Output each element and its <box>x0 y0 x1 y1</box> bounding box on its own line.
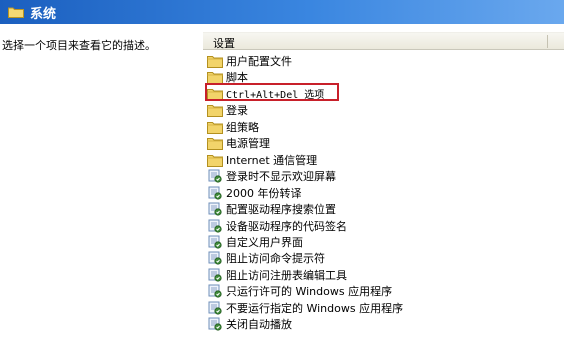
list-item-label: 只运行许可的 Windows 应用程序 <box>226 285 393 299</box>
window-titlebar: 系统 <box>0 0 564 24</box>
list-item-label: 关闭自动播放 <box>226 318 292 332</box>
list-item-setting[interactable]: 2000 年份转译 <box>207 185 302 201</box>
column-header-label: 设置 <box>213 37 235 50</box>
list-item-folder[interactable]: 组策略 <box>207 119 259 135</box>
list-item-label: 组策略 <box>226 120 259 134</box>
policy-setting-icon <box>207 235 223 249</box>
folder-icon <box>207 54 223 68</box>
policy-setting-icon <box>207 317 223 331</box>
policy-setting-icon <box>207 301 223 315</box>
folder-icon <box>207 153 223 167</box>
list-item-setting[interactable]: 登录时不显示欢迎屏幕 <box>207 168 336 184</box>
list-item-setting[interactable]: 设备驱动程序的代码签名 <box>207 218 347 234</box>
policy-setting-icon <box>207 251 223 265</box>
description-pane: 选择一个项目来查看它的描述。 <box>0 24 200 337</box>
list-item-label: 脚本 <box>226 71 248 85</box>
list-item-setting[interactable]: 不要运行指定的 Windows 应用程序 <box>207 300 403 316</box>
column-divider[interactable] <box>547 35 548 48</box>
window-title: 系统 <box>30 6 57 22</box>
list-item-folder[interactable]: 脚本 <box>207 69 248 85</box>
list-item-label: 登录时不显示欢迎屏幕 <box>226 170 336 184</box>
list-item-folder[interactable]: Ctrl+Alt+Del 选项 <box>207 86 324 102</box>
list-item-setting[interactable]: 阻止访问命令提示符 <box>207 250 325 266</box>
list-item-label: 不要运行指定的 Windows 应用程序 <box>226 301 404 315</box>
description-text: 选择一个项目来查看它的描述。 <box>2 39 156 52</box>
list-item-label: 设备驱动程序的代码签名 <box>226 219 347 233</box>
list-item-setting[interactable]: 只运行许可的 Windows 应用程序 <box>207 283 392 299</box>
list-item-label: 阻止访问命令提示符 <box>226 252 325 266</box>
folder-icon <box>207 70 223 85</box>
folder-icon <box>207 120 223 134</box>
list-item-setting[interactable]: 关闭自动播放 <box>207 316 292 332</box>
list-item-label: Ctrl+Alt+Del 选项 <box>226 90 325 102</box>
policy-setting-icon <box>207 186 223 200</box>
list-item-label: 2000 年份转译 <box>226 186 302 200</box>
policy-setting-icon <box>207 202 223 216</box>
list-item-label: 用户配置文件 <box>226 55 292 68</box>
list-item-label: 电源管理 <box>226 137 270 151</box>
list-item-label: 阻止访问注册表编辑工具 <box>226 268 347 282</box>
list-item-label: 自定义用户界面 <box>226 235 303 249</box>
policy-setting-icon <box>207 268 223 282</box>
list-item-label: 配置驱动程序搜索位置 <box>226 203 336 217</box>
policy-setting-icon <box>207 284 223 298</box>
settings-list[interactable]: 设置 用户配置文件 脚本 Ctrl+Alt+Del 选项 登录组策略电源管理 Inter… <box>203 24 564 337</box>
folder-icon <box>207 136 223 151</box>
list-item-label: 登录 <box>226 104 248 118</box>
folder-icon <box>207 103 223 118</box>
list-item-folder[interactable]: 用户配置文件 <box>207 53 292 69</box>
folder-icon <box>8 6 24 18</box>
list-item-label: Internet 通信管理 <box>226 153 318 167</box>
list-item-setting[interactable]: 配置驱动程序搜索位置 <box>207 201 336 217</box>
list-item-folder[interactable]: 电源管理 <box>207 135 270 151</box>
list-item-folder[interactable]: Internet 通信管理 <box>207 152 317 168</box>
list-item-setting[interactable]: 自定义用户界面 <box>207 234 303 250</box>
list-item-folder[interactable]: 登录 <box>207 102 248 118</box>
list-item-setting[interactable]: 阻止访问注册表编辑工具 <box>207 267 347 283</box>
column-header-settings[interactable]: 设置 <box>203 32 564 50</box>
policy-setting-icon <box>207 169 223 183</box>
policy-setting-icon <box>207 219 223 233</box>
folder-icon <box>207 87 223 101</box>
